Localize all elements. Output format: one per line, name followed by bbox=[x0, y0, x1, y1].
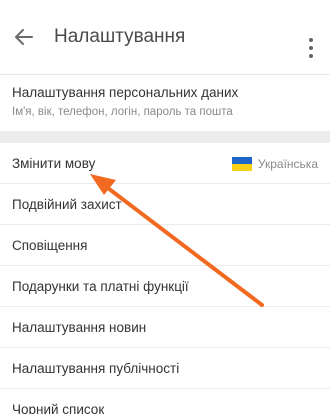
back-button[interactable] bbox=[12, 25, 36, 49]
settings-list: Змінити мову Українська Подвійний захист… bbox=[0, 143, 330, 414]
notifications-label: Сповіщення bbox=[12, 237, 88, 253]
ukraine-flag-icon bbox=[231, 156, 252, 171]
section-divider bbox=[0, 131, 330, 143]
top-bar: Налаштування bbox=[0, 0, 330, 75]
personal-data-title: Налаштування персональних даних bbox=[12, 85, 239, 100]
two-factor-label: Подвійний захист bbox=[12, 196, 122, 212]
two-factor-item[interactable]: Подвійний захист bbox=[0, 184, 330, 225]
change-language-label: Змінити мову bbox=[12, 155, 96, 171]
personal-data-subtitle: Ім'я, вік, телефон, логін, пароль та пош… bbox=[12, 106, 233, 118]
blacklist-item[interactable]: Чорний список bbox=[0, 389, 330, 414]
more-vertical-icon bbox=[309, 38, 313, 42]
current-language: Українська bbox=[231, 143, 318, 184]
arrow-left-icon bbox=[15, 29, 33, 45]
current-language-label: Українська bbox=[257, 156, 318, 171]
news-settings-item[interactable]: Налаштування новин bbox=[0, 307, 330, 348]
publicity-settings-label: Налаштування публічності bbox=[12, 360, 180, 376]
notifications-item[interactable]: Сповіщення bbox=[0, 225, 330, 266]
change-language-item[interactable]: Змінити мову Українська bbox=[0, 143, 330, 184]
gifts-paid-features-label: Подарунки та платні функції bbox=[12, 278, 189, 294]
page-title: Налаштування bbox=[54, 26, 186, 47]
gifts-paid-features-item[interactable]: Подарунки та платні функції bbox=[0, 266, 330, 307]
more-options-button[interactable] bbox=[308, 38, 314, 58]
publicity-settings-item[interactable]: Налаштування публічності bbox=[0, 348, 330, 389]
blacklist-label: Чорний список bbox=[12, 402, 105, 414]
personal-data-settings-item[interactable]: Налаштування персональних даних Ім'я, ві… bbox=[0, 75, 330, 131]
news-settings-label: Налаштування новин bbox=[12, 319, 147, 335]
